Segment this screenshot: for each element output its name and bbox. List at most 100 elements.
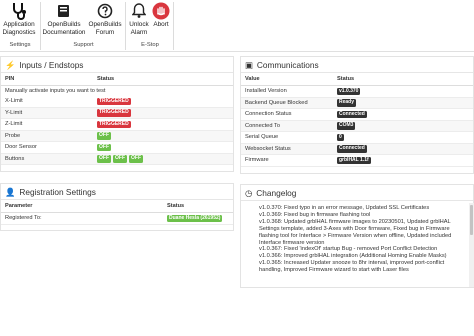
input-status-badge[interactable]: OFF bbox=[129, 155, 143, 163]
input-status-badge[interactable]: TRIGGERED bbox=[97, 120, 131, 128]
table-row: Door Sensor OFF bbox=[1, 142, 233, 154]
inputs-table-body: X-Limit TRIGGERED Y-Limit TRIGGERED Z-Limit T… bbox=[1, 96, 233, 165]
panel-title: ⚡ Inputs / Endstops bbox=[1, 57, 233, 73]
table-row: Connected To COM3 bbox=[241, 120, 473, 132]
table-row: Z-Limit TRIGGERED bbox=[1, 119, 233, 131]
stethoscope-icon bbox=[1, 1, 37, 21]
table-row: Registered To: Duane Hesla (261952) bbox=[1, 213, 233, 225]
status-cell: 0 bbox=[337, 133, 346, 141]
bolt-icon: ⚡ bbox=[5, 59, 16, 70]
table-header: PIN Status bbox=[1, 73, 233, 86]
status-cell: TRIGGERED bbox=[97, 97, 133, 105]
status-cell: TRIGGERED bbox=[97, 120, 133, 128]
changelog-list-container[interactable]: v1.0.370: Fixed typo in an error message… bbox=[252, 203, 474, 287]
input-status-badge[interactable]: OFF bbox=[113, 155, 127, 163]
status-cell: v1.0.370 bbox=[337, 87, 362, 95]
book-icon bbox=[42, 1, 86, 21]
table-row: Websocket Status Connected bbox=[241, 143, 473, 155]
openbuilds-forum-button[interactable]: OpenBuilds Forum bbox=[88, 0, 122, 40]
history-icon: ◷ bbox=[245, 187, 253, 198]
value-label: Firmware bbox=[245, 157, 269, 164]
changelog-item: v1.0.365: Increased Updater snooze to 8h… bbox=[259, 260, 466, 274]
status-badge: Connected bbox=[337, 145, 367, 153]
input-status-badge[interactable]: TRIGGERED bbox=[97, 97, 131, 105]
value-label: Connection Status bbox=[245, 111, 292, 118]
scrollbar-thumb[interactable] bbox=[470, 205, 473, 235]
status-badge: grblHAL 1.1f bbox=[337, 156, 371, 164]
table-row: Probe OFF bbox=[1, 130, 233, 142]
status-badge: Ready bbox=[337, 99, 357, 107]
status-cell: OFF bbox=[97, 143, 113, 151]
input-status-badge[interactable]: TRIGGERED bbox=[97, 109, 131, 117]
pin-label: X-Limit bbox=[5, 98, 23, 105]
input-status-badge[interactable]: OFF bbox=[97, 132, 111, 140]
group-label-support: Support bbox=[73, 42, 94, 48]
changelog-item: v1.0.368: Updated grblHAL firmware image… bbox=[259, 219, 466, 247]
status-cell: Connected bbox=[337, 145, 369, 153]
forum-icon bbox=[88, 1, 122, 21]
pin-label: Z-Limit bbox=[5, 121, 23, 128]
panel-title: 👤 Registration Settings bbox=[1, 184, 233, 200]
ribbon-separator bbox=[173, 2, 174, 50]
inputs-note: Manually activate inputs you want to tes… bbox=[5, 88, 106, 94]
status-cell: OFF bbox=[97, 132, 113, 140]
panel-title: ▣ Communications bbox=[241, 57, 473, 73]
table-row: Firmware grblHAL 1.1f bbox=[241, 155, 473, 167]
changelog-scrollbar[interactable] bbox=[469, 203, 474, 287]
registration-badge: Duane Hesla (261952) bbox=[167, 214, 223, 222]
value-label: Connected To bbox=[245, 122, 280, 129]
registration-settings-panel: 👤 Registration Settings Parameter Status… bbox=[0, 183, 234, 231]
abort-button[interactable]: Abort bbox=[151, 0, 171, 40]
value-label: Serial Queue bbox=[245, 134, 279, 141]
inputs-endstops-panel: ⚡ Inputs / Endstops PIN Status Manually … bbox=[0, 56, 234, 172]
terminal-icon: ▣ bbox=[245, 59, 253, 70]
communications-panel: ▣ Communications Value Status Installed … bbox=[240, 56, 474, 174]
value-label: Installed Version bbox=[245, 88, 287, 95]
status-badge: COM3 bbox=[337, 122, 356, 130]
ribbon-toolbar: Application Diagnostics OpenBuilds Docum… bbox=[0, 0, 474, 52]
panel-title: ◷ Changelog bbox=[241, 185, 473, 201]
table-row: Buttons OFF OFF OFF bbox=[1, 153, 233, 165]
status-cell: grblHAL 1.1f bbox=[337, 156, 373, 164]
changelog-list: v1.0.370: Fixed typo in an error message… bbox=[252, 203, 474, 274]
status-cell: COM3 bbox=[337, 122, 357, 130]
changelog-item: v1.0.369: Fixed bug in firmware flashing… bbox=[259, 212, 466, 219]
pin-label: Y-Limit bbox=[5, 109, 23, 116]
changelog-item: v1.0.366: Improved grblHAL integration (… bbox=[259, 253, 466, 260]
unlock-alarm-button[interactable]: Unlock Alarm bbox=[127, 0, 151, 40]
value-label: Backend Queue Blocked bbox=[245, 99, 308, 106]
table-row: Installed Version v1.0.370 bbox=[241, 86, 473, 98]
group-label-settings: Settings bbox=[9, 42, 31, 48]
value-label: Websocket Status bbox=[245, 145, 291, 152]
table-row: X-Limit TRIGGERED bbox=[1, 96, 233, 108]
changelog-item: v1.0.367: Fixed 'indexOf' startup Bug - … bbox=[259, 246, 466, 253]
table-row: Connection Status Connected bbox=[241, 109, 473, 121]
status-cell: Connected bbox=[337, 110, 369, 118]
table-row: Y-Limit TRIGGERED bbox=[1, 107, 233, 119]
pin-label: Door Sensor bbox=[5, 144, 37, 151]
status-cell: Ready bbox=[337, 99, 358, 107]
changelog-item: v1.0.370: Fixed typo in an error message… bbox=[259, 205, 466, 212]
table-row: Backend Queue Blocked Ready bbox=[241, 97, 473, 109]
input-status-badge[interactable]: OFF bbox=[97, 155, 111, 163]
table-header: Value Status bbox=[241, 73, 473, 86]
application-diagnostics-button[interactable]: Application Diagnostics bbox=[1, 0, 37, 40]
status-cell: OFF OFF OFF bbox=[97, 155, 145, 163]
user-plus-icon: 👤 bbox=[5, 186, 16, 197]
input-status-badge[interactable]: OFF bbox=[97, 143, 111, 151]
pin-label: Probe bbox=[5, 132, 21, 139]
status-badge: 0 bbox=[337, 133, 344, 141]
status-badge: v1.0.370 bbox=[337, 87, 361, 95]
status-badge: Connected bbox=[337, 110, 367, 118]
table-header: Parameter Status bbox=[1, 200, 233, 213]
group-label-estop: E-Stop bbox=[141, 42, 159, 48]
status-cell: TRIGGERED bbox=[97, 109, 133, 117]
bell-icon bbox=[127, 1, 151, 21]
table-row: Serial Queue 0 bbox=[241, 132, 473, 144]
pin-label: Buttons bbox=[5, 155, 25, 162]
ribbon-separator bbox=[125, 2, 126, 50]
communications-table-body: Installed Version v1.0.370 Backend Queue B… bbox=[241, 86, 473, 167]
ribbon-separator bbox=[40, 2, 41, 50]
openbuilds-documentation-button[interactable]: OpenBuilds Documentation bbox=[42, 0, 86, 40]
stop-hand-icon bbox=[151, 1, 171, 21]
